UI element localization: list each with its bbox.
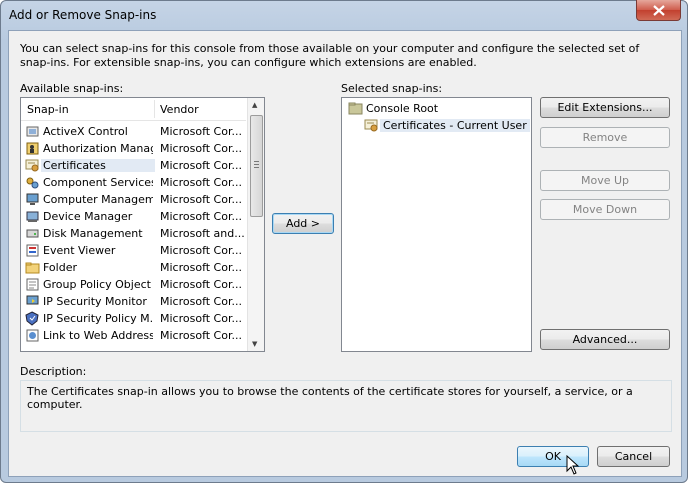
snapin-vendor: Microsoft Cor... <box>160 244 242 257</box>
mouse-pointer-icon <box>566 455 580 475</box>
window-title: Add or Remove Snap-ins <box>9 8 157 22</box>
available-snapins-label: Available snap-ins: <box>20 82 124 95</box>
list-item[interactable]: Disk Management Microsoft and... <box>21 225 247 242</box>
move-up-button[interactable]: Move Up <box>540 170 670 191</box>
grip-line <box>254 167 259 168</box>
list-item[interactable]: Link to Web Address Microsoft Cor... <box>21 327 247 344</box>
snapin-name: Group Policy Object ... <box>43 278 153 291</box>
list-item[interactable]: IP Security Monitor Microsoft Cor... <box>21 293 247 310</box>
authorization-manager-icon <box>26 142 39 155</box>
list-item[interactable]: ActiveX Control Microsoft Cor... <box>21 123 247 140</box>
console-root-label: Console Root <box>366 102 439 115</box>
event-viewer-icon <box>26 244 39 257</box>
list-item[interactable]: Folder Microsoft Cor... <box>21 259 247 276</box>
dialog-client-area: You can select snap-ins for this console… <box>8 30 682 477</box>
advanced-button[interactable]: Advanced... <box>540 329 670 350</box>
list-item[interactable]: Authorization Manager Microsoft Cor... <box>21 140 247 157</box>
snapin-name: Link to Web Address <box>43 329 153 342</box>
snapin-name: Disk Management <box>43 227 143 240</box>
remove-button[interactable]: Remove <box>540 127 670 148</box>
close-icon <box>652 4 665 16</box>
list-item[interactable]: Group Policy Object ... Microsoft Cor... <box>21 276 247 293</box>
snapin-vendor: Microsoft Cor... <box>160 125 242 138</box>
description-box: The Certificates snap-in allows you to b… <box>20 380 672 432</box>
snapin-vendor: Microsoft Cor... <box>160 176 242 189</box>
available-snapins-list[interactable]: Snap-in Vendor ActiveX Control Microsoft … <box>20 97 265 352</box>
grip-line <box>254 164 259 165</box>
scroll-down-arrow-icon[interactable]: ▼ <box>252 340 257 348</box>
ip-security-monitor-icon <box>26 295 39 305</box>
move-down-button[interactable]: Move Down <box>540 199 670 220</box>
column-separator[interactable] <box>154 100 155 118</box>
snapin-vendor: Microsoft Cor... <box>160 261 242 274</box>
device-manager-icon <box>26 211 39 222</box>
list-item[interactable]: Event Viewer Microsoft Cor... <box>21 242 247 259</box>
disk-management-icon <box>26 229 39 238</box>
console-root-folder-icon <box>348 102 363 115</box>
snapin-name: IP Security Monitor <box>43 295 147 308</box>
snapin-vendor: Microsoft Cor... <box>160 142 242 155</box>
group-policy-icon <box>26 278 39 291</box>
add-button[interactable]: Add > <box>272 213 334 234</box>
list-item[interactable]: IP Security Policy M... Microsoft Cor... <box>21 310 247 327</box>
snapin-name: Authorization Manager <box>43 142 153 155</box>
snapin-name: Certificates <box>41 159 155 172</box>
certificates-icon <box>364 119 378 132</box>
ip-security-policy-icon <box>25 311 39 326</box>
snapin-vendor: Microsoft Cor... <box>160 312 242 325</box>
intro-text: You can select snap-ins for this console… <box>20 42 640 69</box>
snapin-vendor: Microsoft Cor... <box>160 278 242 291</box>
list-header: Snap-in Vendor <box>21 98 246 121</box>
snapin-vendor: Microsoft and... <box>160 227 245 240</box>
column-header-snapin[interactable]: Snap-in <box>27 103 69 116</box>
list-item[interactable]: Device Manager Microsoft Cor... <box>21 208 247 225</box>
cancel-button[interactable]: Cancel <box>597 446 670 467</box>
vertical-scrollbar[interactable]: ▲ ▼ <box>247 98 264 351</box>
scroll-up-arrow-icon[interactable]: ▲ <box>252 101 257 109</box>
snapin-vendor: Microsoft Cor... <box>160 329 242 342</box>
close-button[interactable] <box>636 0 681 21</box>
folder-icon <box>25 262 40 274</box>
activex-control-icon <box>26 126 39 137</box>
edit-extensions-button[interactable]: Edit Extensions... <box>540 97 670 118</box>
snapin-name: Folder <box>43 261 77 274</box>
list-item[interactable]: Computer Managem... Microsoft Cor... <box>21 191 247 208</box>
component-services-icon <box>26 177 39 189</box>
snapin-name: ActiveX Control <box>43 125 128 138</box>
selected-snapins-label: Selected snap-ins: <box>341 82 443 95</box>
snapin-vendor: Microsoft Cor... <box>160 210 242 223</box>
scrollbar-thumb[interactable] <box>250 115 263 217</box>
snapin-name: IP Security Policy M... <box>43 312 153 325</box>
description-text: The Certificates snap-in allows you to b… <box>27 385 633 411</box>
snapin-vendor: Microsoft Cor... <box>160 159 242 172</box>
computer-management-icon <box>26 193 39 205</box>
selected-snapins-tree[interactable]: Console Root Certificates - Current User <box>341 97 532 352</box>
snapin-vendor: Microsoft Cor... <box>160 193 242 206</box>
snapin-name: Device Manager <box>43 210 133 223</box>
link-web-address-icon <box>26 329 39 342</box>
dialog-window: Add or Remove Snap-ins You can select sn… <box>0 0 688 483</box>
certificates-icon <box>25 159 39 172</box>
snapin-name: Computer Managem... <box>43 193 153 206</box>
snapin-name: Component Services <box>43 176 153 189</box>
description-label: Description: <box>20 365 87 378</box>
certificates-current-user-label: Certificates - Current User <box>380 119 530 132</box>
title-bar[interactable]: Add or Remove Snap-ins <box>1 0 687 29</box>
grip-line <box>254 161 259 162</box>
snapin-name: Event Viewer <box>43 244 116 257</box>
list-item[interactable]: Component Services Microsoft Cor... <box>21 174 247 191</box>
snapin-vendor: Microsoft Cor... <box>160 295 242 308</box>
list-item[interactable]: Certificates Microsoft Cor... <box>21 157 247 174</box>
column-header-vendor[interactable]: Vendor <box>160 103 199 116</box>
